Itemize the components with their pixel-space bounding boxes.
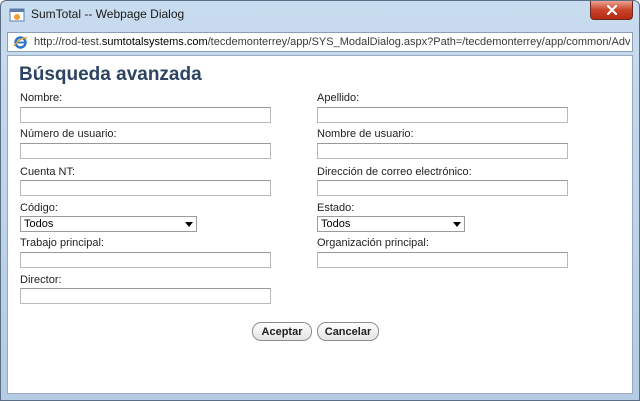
address-url: http://rod-test.sumtotalsystems.com/tecd… [34,36,630,48]
chevron-down-icon [450,217,464,231]
organizacion-input[interactable] [317,252,568,268]
codigo-select[interactable]: Todos [20,216,197,232]
address-bar[interactable]: http://rod-test.sumtotalsystems.com/tecd… [7,32,633,52]
organizacion-label: Organización principal: [317,237,429,249]
nombre-label: Nombre: [20,92,63,104]
dialog-window: SumTotal -- Webpage Dialog http://rod-te… [0,0,640,401]
window-title: SumTotal -- Webpage Dialog [31,7,185,21]
cuenta-nt-input[interactable] [20,180,271,196]
nombre-usuario-input[interactable] [317,143,568,159]
title-bar[interactable]: SumTotal -- Webpage Dialog [1,1,639,29]
estado-select[interactable]: Todos [317,216,465,232]
aceptar-button[interactable]: Aceptar [252,322,312,341]
estado-selected-value: Todos [321,218,351,230]
page-title: Búsqueda avanzada [19,64,202,85]
correo-input[interactable] [317,180,568,196]
dialog-content: Búsqueda avanzada Nombre: Apellido: Núme… [7,55,633,394]
apellido-input[interactable] [317,107,568,123]
close-button[interactable] [590,1,633,20]
address-prefix: http://rod-test. [34,36,102,48]
address-domain: sumtotalsystems.com [101,36,208,48]
codigo-selected-value: Todos [24,218,54,230]
codigo-label: Código: [20,202,58,214]
numero-usuario-input[interactable] [20,143,271,159]
cancelar-button[interactable]: Cancelar [317,322,379,341]
director-label: Director: [20,274,62,286]
nombre-usuario-label: Nombre de usuario: [317,128,414,140]
cuenta-nt-label: Cuenta NT: [20,166,76,178]
apellido-label: Apellido: [317,92,360,104]
estado-label: Estado: [317,202,355,214]
numero-usuario-label: Número de usuario: [20,128,117,140]
chevron-down-icon [182,217,196,231]
close-icon [606,5,618,15]
sumtotal-window-icon [9,7,25,23]
correo-label: Dirección de correo electrónico: [317,166,472,178]
address-path: /tecdemonterrey/app/SYS_ModalDialog.aspx… [207,36,630,48]
trabajo-label: Trabajo principal: [20,237,104,249]
nombre-input[interactable] [20,107,271,123]
trabajo-input[interactable] [20,252,271,268]
director-input[interactable] [20,288,271,304]
ie-icon [13,35,28,50]
